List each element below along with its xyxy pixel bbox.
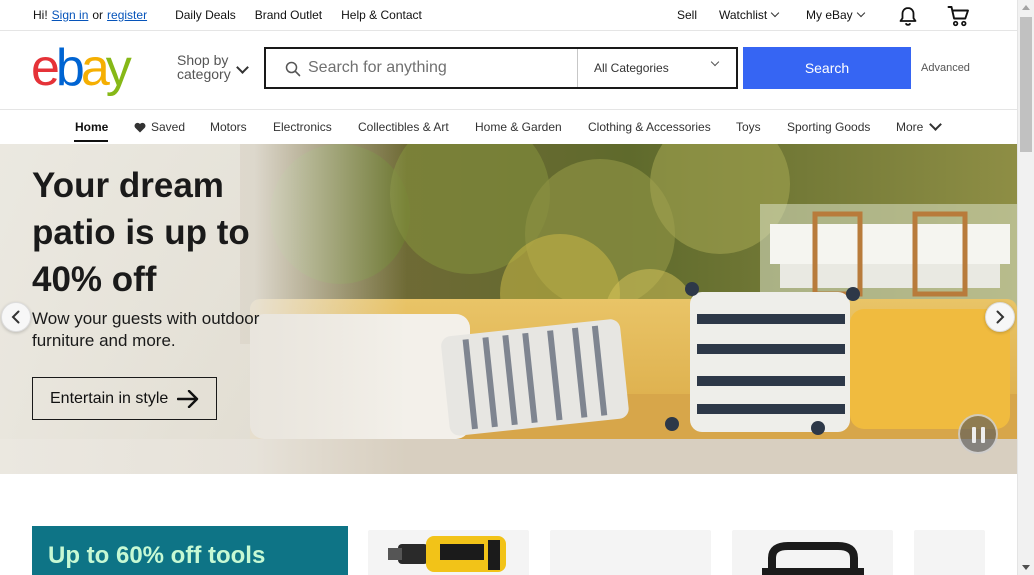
brand-outlet-link[interactable]: Brand Outlet: [255, 8, 322, 22]
top-bar: Hi! Sign in or register Daily Deals Bran…: [0, 0, 1017, 31]
tool-bag-image: [762, 542, 864, 575]
hero-cta-button[interactable]: Entertain in style: [32, 377, 217, 420]
category-select-value: All Categories: [594, 61, 669, 75]
nav-item-sporting-goods[interactable]: Sporting Goods: [787, 120, 870, 134]
promo-card-tools[interactable]: Up to 60% off tools: [32, 526, 348, 575]
my-ebay-menu[interactable]: My eBay: [806, 8, 865, 22]
logo-letter-a: a: [80, 39, 110, 97]
sell-link[interactable]: Sell: [677, 8, 697, 22]
ebay-logo[interactable]: ebay: [31, 39, 132, 97]
carousel-prev-button[interactable]: [1, 302, 31, 332]
carousel-next-button[interactable]: [985, 302, 1015, 332]
chevron-down-icon: [770, 8, 780, 18]
shop-by-category-button[interactable]: Shop by category: [177, 53, 231, 81]
category-label: category: [177, 66, 231, 82]
carousel-pause-button[interactable]: [958, 414, 998, 454]
category-select[interactable]: All Categories: [577, 49, 738, 87]
hero-cta-label: Entertain in style: [50, 389, 169, 407]
chevron-down-icon: [236, 61, 249, 74]
logo-letter-b: b: [55, 39, 85, 97]
pause-icon: [981, 427, 985, 443]
heart-icon: [134, 122, 146, 132]
chevron-down-icon: [929, 118, 943, 131]
nav-item-more-label: More: [896, 120, 924, 134]
help-contact-link[interactable]: Help & Contact: [341, 8, 422, 22]
impact-driver-image: [388, 536, 506, 572]
product-card[interactable]: [914, 530, 985, 575]
search-input[interactable]: [308, 57, 568, 79]
page-scrollbar[interactable]: [1017, 0, 1034, 575]
or-text: or: [92, 8, 104, 22]
arrow-right-icon: [177, 390, 199, 408]
nav-item-saved-label: Saved: [151, 120, 186, 134]
search-icon: [285, 61, 301, 77]
notifications-button[interactable]: [897, 5, 919, 27]
sell-label: Sell: [677, 8, 698, 22]
hero-banner: Your dream patio is up to 40% off Wow yo…: [0, 144, 1017, 474]
scroll-down-arrow-icon[interactable]: [1022, 565, 1030, 570]
top-bar-left: Hi! Sign in or register Daily Deals Bran…: [33, 8, 422, 22]
logo-letter-y: y: [105, 39, 132, 97]
sign-in-link[interactable]: Sign in: [52, 8, 89, 22]
nav-item-clothing[interactable]: Clothing & Accessories: [588, 120, 711, 134]
register-link[interactable]: register: [107, 8, 147, 22]
product-card[interactable]: [368, 530, 529, 575]
category-nav: Home Saved Motors Electronics Collectibl…: [0, 110, 1017, 144]
product-card[interactable]: [732, 530, 893, 575]
logo-letter-e: e: [31, 39, 60, 97]
cart-button[interactable]: [947, 4, 971, 28]
chevron-right-icon: [996, 310, 1005, 324]
daily-deals-link[interactable]: Daily Deals: [175, 8, 236, 22]
my-ebay-label: My eBay: [806, 8, 853, 22]
watchlist-label: Watchlist: [719, 8, 768, 22]
watchlist-menu[interactable]: Watchlist: [719, 8, 780, 22]
nav-item-toys[interactable]: Toys: [736, 120, 761, 134]
hero-subtitle: Wow your guests with outdoor furniture a…: [32, 309, 260, 350]
nav-item-home-garden[interactable]: Home & Garden: [475, 120, 562, 134]
greeting-text: Hi!: [33, 8, 48, 22]
chevron-down-icon: [856, 8, 865, 18]
scroll-up-arrow-icon[interactable]: [1022, 5, 1030, 10]
pause-icon: [972, 427, 976, 443]
nav-item-saved[interactable]: Saved: [134, 120, 185, 134]
chevron-down-icon: [710, 57, 720, 67]
advanced-search-link[interactable]: Advanced: [921, 62, 970, 74]
active-tab-indicator: [74, 140, 108, 142]
nav-item-home[interactable]: Home: [75, 120, 108, 134]
nav-item-electronics[interactable]: Electronics: [273, 120, 332, 134]
product-card[interactable]: [550, 530, 711, 575]
search-box: All Categories: [264, 47, 738, 89]
promo-title: Up to 60% off tools: [48, 542, 266, 569]
scrollbar-thumb[interactable]: [1020, 17, 1032, 152]
search-button[interactable]: Search: [743, 47, 911, 89]
nav-item-motors[interactable]: Motors: [210, 120, 247, 134]
cart-icon: [947, 6, 969, 27]
chevron-left-icon: [11, 310, 20, 324]
bell-icon: [899, 7, 917, 26]
nav-item-more[interactable]: More: [896, 118, 943, 134]
shop-by-label: Shop by: [177, 52, 229, 68]
nav-item-collectibles[interactable]: Collectibles & Art: [358, 120, 449, 134]
hero-title: Your dream patio is up to 40% off: [32, 166, 250, 299]
site-header: ebay Shop by category All Categories Sea…: [0, 31, 1017, 110]
